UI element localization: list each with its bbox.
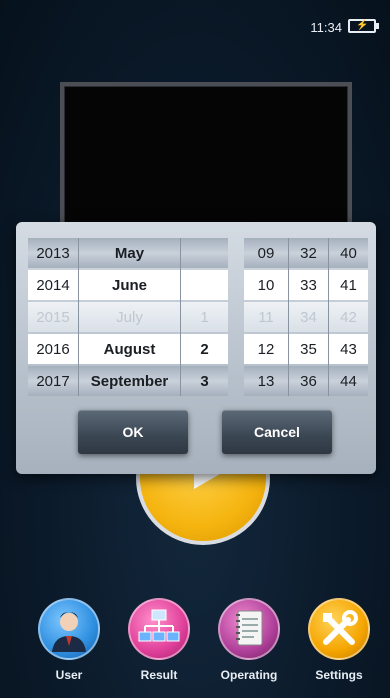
day-item[interactable] bbox=[181, 238, 228, 268]
second-item[interactable]: 43 bbox=[329, 334, 368, 364]
bottom-nav: User Result Operating Settings bbox=[0, 598, 390, 698]
month-item[interactable]: May bbox=[79, 238, 180, 268]
minute-column[interactable]: 32 33 34 35 36 bbox=[288, 238, 328, 396]
year-item[interactable]: 2014 bbox=[28, 270, 78, 300]
time-wheel: 09 10 11 12 13 32 33 34 35 36 40 41 42 4… bbox=[244, 238, 368, 396]
day-item[interactable]: 3 bbox=[181, 366, 228, 396]
minute-item[interactable]: 33 bbox=[289, 270, 328, 300]
year-item[interactable]: 2016 bbox=[28, 334, 78, 364]
second-selected[interactable]: 42 bbox=[329, 302, 368, 332]
hour-item[interactable]: 10 bbox=[244, 270, 288, 300]
status-bar: 11:34 ⚡ bbox=[0, 0, 390, 44]
minute-item[interactable]: 32 bbox=[289, 238, 328, 268]
hour-item[interactable]: 13 bbox=[244, 366, 288, 396]
result-network-icon bbox=[128, 598, 190, 660]
nav-label-user: User bbox=[55, 668, 83, 682]
second-column[interactable]: 40 41 42 43 44 bbox=[328, 238, 368, 396]
second-item[interactable]: 41 bbox=[329, 270, 368, 300]
minute-selected[interactable]: 34 bbox=[289, 302, 328, 332]
hour-selected[interactable]: 11 bbox=[244, 302, 288, 332]
year-column[interactable]: 2013 2014 2015 2016 2017 bbox=[28, 238, 78, 396]
hour-item[interactable]: 12 bbox=[244, 334, 288, 364]
cancel-button[interactable]: Cancel bbox=[222, 410, 332, 454]
minute-item[interactable]: 35 bbox=[289, 334, 328, 364]
battery-charging-icon: ⚡ bbox=[348, 19, 379, 33]
nav-item-operating[interactable]: Operating bbox=[211, 598, 287, 682]
nav-label-settings: Settings bbox=[315, 668, 363, 682]
day-column[interactable]: 1 2 3 bbox=[180, 238, 228, 396]
nav-label-result: Result bbox=[140, 668, 178, 682]
day-selected[interactable]: 1 bbox=[181, 302, 228, 332]
month-column[interactable]: May June July August September bbox=[78, 238, 180, 396]
month-selected[interactable]: July bbox=[79, 302, 180, 332]
user-icon bbox=[38, 598, 100, 660]
hour-column[interactable]: 09 10 11 12 13 bbox=[244, 238, 288, 396]
nav-item-settings[interactable]: Settings bbox=[301, 598, 377, 682]
nav-item-user[interactable]: User bbox=[31, 598, 107, 682]
ok-button[interactable]: OK bbox=[78, 410, 188, 454]
year-selected[interactable]: 2015 bbox=[28, 302, 78, 332]
date-wheel: 2013 2014 2015 2016 2017 May June July A… bbox=[28, 238, 228, 396]
year-item[interactable]: 2017 bbox=[28, 366, 78, 396]
month-item[interactable]: August bbox=[79, 334, 180, 364]
month-item[interactable]: June bbox=[79, 270, 180, 300]
month-item[interactable]: September bbox=[79, 366, 180, 396]
operating-notebook-icon bbox=[218, 598, 280, 660]
settings-tools-icon bbox=[308, 598, 370, 660]
day-item[interactable]: 2 bbox=[181, 334, 228, 364]
minute-item[interactable]: 36 bbox=[289, 366, 328, 396]
year-item[interactable]: 2013 bbox=[28, 238, 78, 268]
hour-item[interactable]: 09 bbox=[244, 238, 288, 268]
nav-label-operating: Operating bbox=[220, 668, 278, 682]
date-time-picker-dialog: 2013 2014 2015 2016 2017 May June July A… bbox=[16, 222, 376, 474]
second-item[interactable]: 40 bbox=[329, 238, 368, 268]
clock-time: 11:34 bbox=[310, 20, 342, 35]
nav-item-result[interactable]: Result bbox=[121, 598, 197, 682]
day-item[interactable] bbox=[181, 270, 228, 300]
second-item[interactable]: 44 bbox=[329, 366, 368, 396]
